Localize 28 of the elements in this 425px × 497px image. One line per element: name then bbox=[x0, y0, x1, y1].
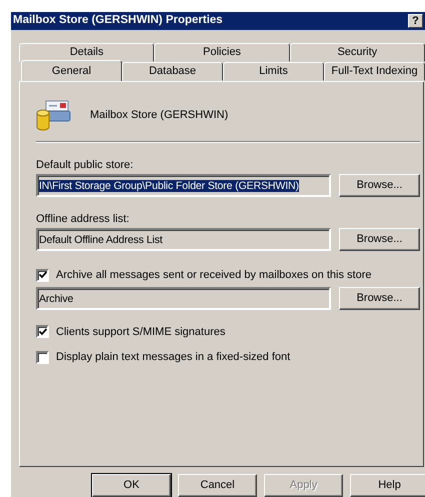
checkbox-label: Clients support S/MIME signatures bbox=[56, 324, 226, 340]
browse-button[interactable]: Browse... bbox=[339, 174, 420, 197]
dialog-button[interactable]: Cancel bbox=[178, 474, 257, 497]
tab[interactable]: Security bbox=[290, 43, 425, 62]
window-title: Mailbox Store (GERSHWIN) Properties bbox=[13, 13, 223, 28]
field-label: Offline address list: bbox=[36, 212, 130, 225]
browse-button[interactable]: Browse... bbox=[339, 286, 420, 310]
tab[interactable]: Full-Text Indexing bbox=[324, 62, 425, 81]
dialog-button[interactable]: OK bbox=[92, 474, 171, 497]
help-button[interactable]: ? bbox=[408, 14, 423, 28]
browse-button[interactable]: Browse... bbox=[339, 228, 420, 251]
text-field[interactable]: Default Offline Address List bbox=[36, 228, 331, 251]
tab[interactable]: Policies bbox=[154, 43, 290, 62]
tab[interactable]: Limits bbox=[223, 62, 324, 81]
field-label: Default public store: bbox=[36, 158, 134, 171]
checkbox[interactable] bbox=[36, 350, 49, 364]
checkbox-label: Display plain text messages in a fixed-sized font bbox=[56, 350, 290, 365]
text-field[interactable]: IN\First Storage Group\Public Folder Store (GERSHWIN) bbox=[36, 174, 331, 197]
text-field[interactable]: Archive bbox=[36, 286, 331, 310]
checkbox-label: Archive all messages sent or received by mailboxes on this store bbox=[56, 268, 372, 283]
mailbox-store-icon bbox=[36, 99, 72, 131]
dialog-button[interactable]: Help bbox=[350, 474, 425, 497]
checkbox[interactable] bbox=[36, 268, 49, 282]
tab[interactable]: Details bbox=[19, 43, 154, 62]
store-name: Mailbox Store (GERSHWIN) bbox=[90, 108, 228, 123]
tab[interactable]: Database bbox=[122, 62, 223, 81]
tab[interactable]: General bbox=[21, 60, 122, 81]
checkbox[interactable] bbox=[36, 325, 49, 338]
